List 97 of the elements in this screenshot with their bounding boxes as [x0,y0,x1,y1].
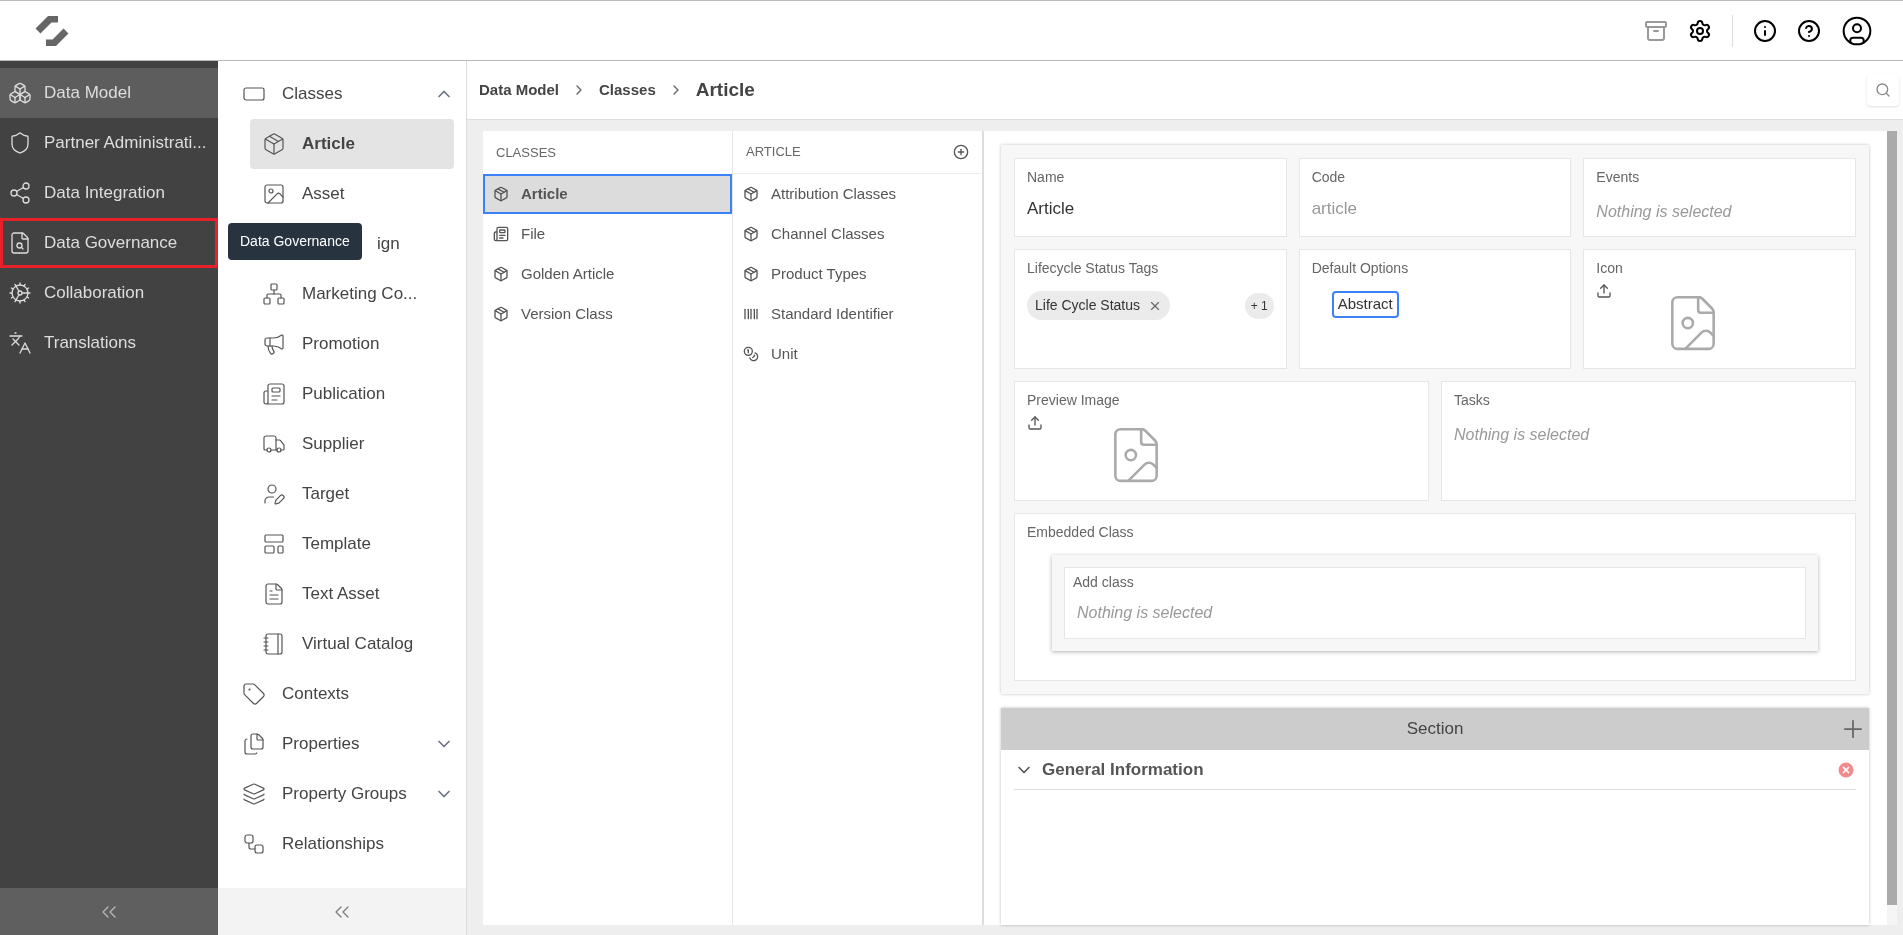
field-label: Lifecycle Status Tags [1027,259,1160,278]
more-count[interactable]: + 1 [1244,292,1274,319]
tree-item[interactable]: Template [250,519,454,569]
search-button[interactable] [1867,74,1899,106]
tree-item[interactable]: Promotion [250,319,454,369]
help-icon[interactable] [1797,18,1821,43]
tree-item[interactable]: Text Asset [250,569,454,619]
field-label: Events [1596,168,1641,187]
option-chip[interactable]: Abstract [1331,291,1399,318]
empty-value: Nothing is selected [1596,202,1733,222]
tooltip: Data Governance [228,223,362,260]
empty-value: Nothing is selected [1454,425,1591,445]
tree-item[interactable]: Properties [242,719,454,769]
breadcrumb-link[interactable]: Classes [599,78,656,102]
tree-item[interactable]: Article [250,119,454,169]
empty-value: Nothing is selected [1077,603,1214,623]
tree-item[interactable]: Classes [242,69,454,119]
tree-icon [242,782,266,806]
attribute-list-item[interactable]: Product Types [733,254,982,294]
tree-icon [242,682,266,706]
tree-icon [262,182,286,206]
item-icon [743,266,759,282]
breadcrumb-current: Article [695,77,755,102]
field-value: article [1311,198,1358,220]
breadcrumb-link[interactable]: Data Model [479,78,559,102]
tree-item[interactable]: Property Groups [242,769,454,819]
nav-item[interactable]: Partner Administrati... [0,118,218,168]
tree-icon [262,132,286,156]
field-label: Preview Image [1027,391,1121,410]
tree-icon [262,482,286,506]
tree-item[interactable]: Virtual Catalog [250,619,454,669]
field-label: Default Options [1311,259,1410,278]
add-class-field[interactable]: Add class Nothing is selected [1064,567,1806,639]
item-icon [743,186,759,202]
class-list-item[interactable]: Golden Article [483,254,732,294]
tree-icon [242,732,266,756]
group-row[interactable]: General Information [1014,750,1856,790]
search-icon [1875,82,1891,98]
class-list-item[interactable]: Article [483,174,732,214]
section-title: Section [1406,718,1464,741]
attribute-list-item[interactable]: Attribution Classes [733,174,982,214]
scrollbar[interactable] [1887,131,1897,905]
column-heading: CLASSES [495,143,557,162]
item-icon [743,226,759,242]
info-icon[interactable] [1753,18,1777,43]
nav-item[interactable]: Translations [0,318,218,368]
tree-icon [262,332,286,356]
field-label: Add class [1073,573,1135,592]
class-icon [493,226,509,242]
field-label: Name [1027,168,1066,187]
tree-icon [262,282,286,306]
class-list-item[interactable]: Version Class [483,294,732,334]
tree-icon [262,432,286,456]
class-list-item[interactable]: File [483,214,732,254]
tree-icon [262,532,286,556]
nav-item[interactable]: Data Model [0,68,218,118]
tree-item[interactable]: Contexts [242,669,454,719]
field-label: Code [1311,168,1347,187]
tree-icon [262,632,286,656]
upload-icon[interactable] [1596,283,1613,299]
remove-icon[interactable] [1836,759,1856,780]
nav-icon [8,181,32,205]
class-icon [493,306,509,322]
field-label: Embedded Class [1027,523,1135,542]
tree-item[interactable]: Marketing Co... [250,269,454,319]
tree-item[interactable]: Supplier [250,419,454,469]
upload-icon[interactable] [1027,415,1043,431]
field-label: Icon [1596,259,1624,278]
tree-item[interactable]: Relationships [242,819,454,869]
tree-icon [262,382,286,406]
class-icon [493,266,509,282]
user-avatar-icon[interactable] [1841,14,1873,47]
nav-icon [8,131,32,155]
nav-icon [8,81,32,105]
tree-item[interactable]: Publication [250,369,454,419]
tree-icon [262,582,286,606]
box-icon[interactable] [1644,18,1668,43]
field-label: Tasks [1454,391,1491,410]
field-value[interactable]: Article [1027,196,1274,222]
column-heading: ARTICLE [746,143,802,162]
tree-icon [242,832,266,856]
nav-icon [8,281,32,305]
tag-chip: Life Cycle Status [1027,291,1171,320]
tree-item[interactable]: Asset [250,169,454,219]
item-icon [743,346,759,362]
class-icon [493,186,509,202]
add-icon[interactable] [953,144,969,160]
attribute-list-item[interactable]: Standard Identifier [733,294,982,334]
tree-item[interactable]: Target [250,469,454,519]
attribute-list-item[interactable]: Unit [733,334,982,374]
nav-icon [8,331,32,355]
settings-icon[interactable] [1688,18,1712,43]
item-icon [743,306,759,322]
attribute-list-item[interactable]: Channel Classes [733,214,982,254]
nav-item[interactable]: Collaboration [0,268,218,318]
nav-icon [8,231,32,255]
nav-item[interactable]: Data Integration [0,168,218,218]
